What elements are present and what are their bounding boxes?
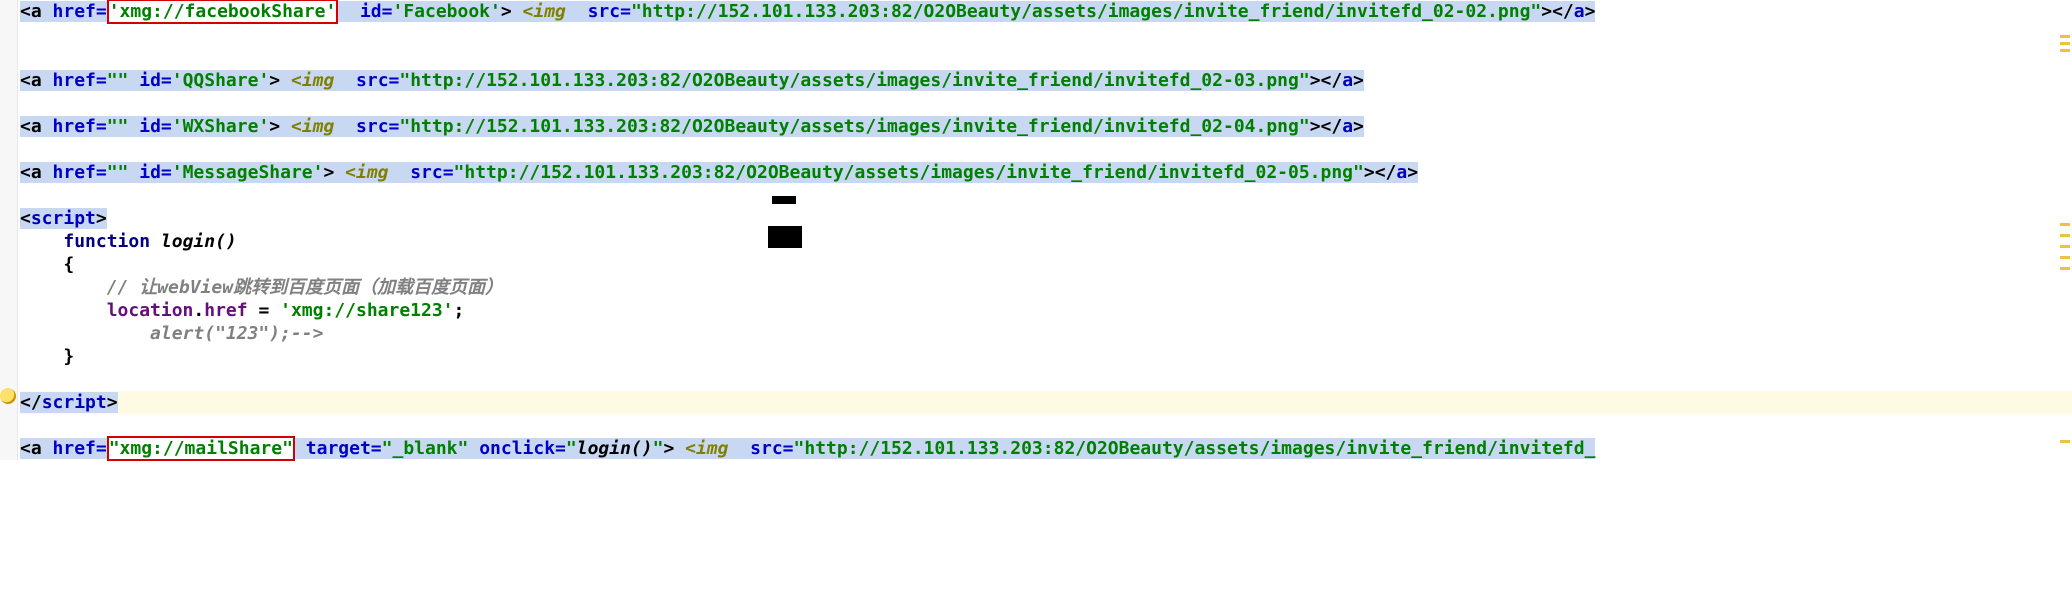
- warning-mark-icon[interactable]: [2060, 223, 2070, 226]
- error-stripe[interactable]: [2058, 0, 2072, 608]
- warning-mark-icon[interactable]: [2060, 234, 2070, 237]
- code-line[interactable]: <a href="" id='WXShare'> <img src="http:…: [20, 115, 2072, 138]
- attr-href: href=: [53, 1, 107, 22]
- intention-bulb-icon[interactable]: [0, 388, 16, 404]
- attr-src-value: "http://152.101.133.203:82/O2OBeauty/ass…: [631, 1, 1541, 22]
- tag-a-open: <a: [20, 1, 53, 22]
- code-line[interactable]: <a href="" id='QQShare'> <img src="http:…: [20, 69, 2072, 92]
- comment: alert("123");-->: [150, 323, 323, 344]
- code-line[interactable]: {: [20, 253, 2072, 276]
- warning-mark-icon[interactable]: [2060, 49, 2070, 52]
- attr-id-value: 'Facebook': [392, 1, 500, 22]
- warning-mark-icon[interactable]: [2060, 440, 2070, 443]
- warning-mark-icon[interactable]: [2060, 256, 2070, 259]
- warning-mark-icon[interactable]: [2060, 245, 2070, 248]
- attr-target: target=: [306, 438, 382, 459]
- warning-mark-icon[interactable]: [2060, 35, 2070, 38]
- tag-img: <img: [523, 1, 588, 22]
- attr-href-value: 'xmg://facebookShare': [109, 1, 337, 22]
- attr-onclick: onclick=: [479, 438, 566, 459]
- code-line[interactable]: <a href='xmg://facebookShare' id='Facebo…: [20, 0, 2072, 23]
- function-name: login(): [150, 231, 237, 252]
- cursor-block-icon: [772, 196, 796, 204]
- cursor-block-icon: [768, 226, 802, 248]
- code-line[interactable]: function login(): [20, 230, 2072, 253]
- code-line[interactable]: <a href="xmg://mailShare" target="_blank…: [20, 437, 2072, 460]
- warning-mark-icon[interactable]: [2060, 42, 2070, 45]
- code-editor[interactable]: <a href='xmg://facebookShare' id='Facebo…: [0, 0, 2072, 460]
- comment: // 让webView跳转到百度页面（加载百度页面）: [107, 277, 503, 298]
- keyword-function: function: [63, 231, 150, 252]
- code-line[interactable]: }: [20, 345, 2072, 368]
- code-line[interactable]: // 让webView跳转到百度页面（加载百度页面）: [20, 276, 2072, 299]
- warning-mark-icon[interactable]: [2060, 267, 2070, 270]
- code-line[interactable]: <a href="" id='MessageShare'> <img src="…: [20, 161, 2072, 184]
- attr-src: src=: [588, 1, 631, 22]
- code-line[interactable]: location.href = 'xmg://share123';: [20, 299, 2072, 322]
- code-line[interactable]: alert("123");-->: [20, 322, 2072, 345]
- attr-id: id=: [360, 1, 393, 22]
- code-line-active[interactable]: </script>: [20, 391, 2072, 414]
- code-line[interactable]: <script>: [20, 207, 2072, 230]
